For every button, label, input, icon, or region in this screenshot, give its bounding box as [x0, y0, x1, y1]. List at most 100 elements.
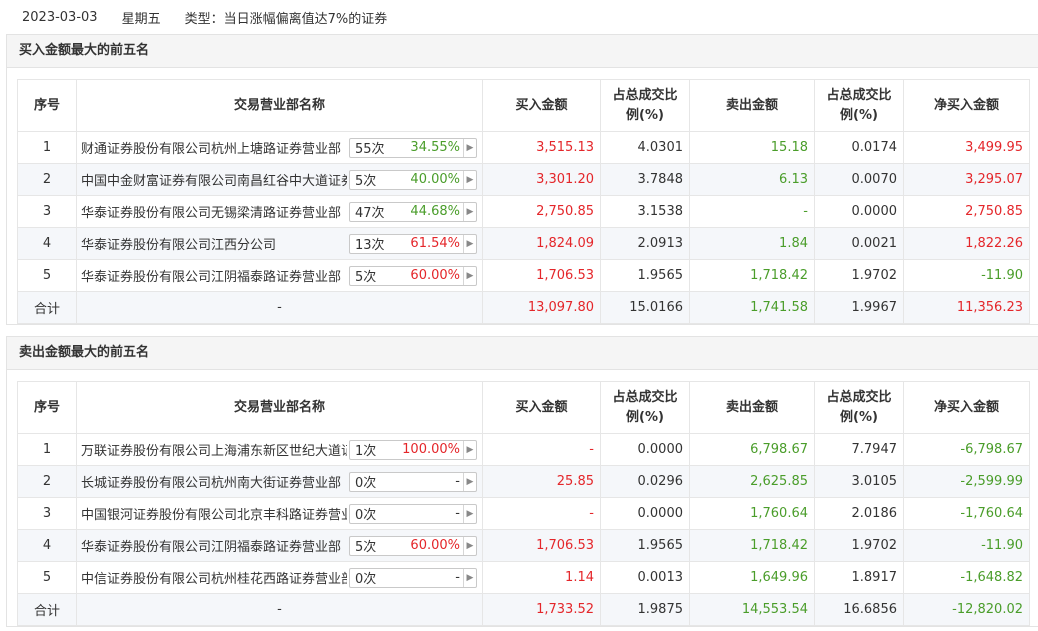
- branch-name-link[interactable]: 华泰证券股份有限公司江阴福泰路证券营业部: [81, 536, 347, 555]
- branch-cell: 万联证券股份有限公司上海浦东新区世纪大道证券营业部 1次 100.00%▶: [76, 433, 483, 466]
- sell-top5-section: 卖出金额最大的前五名 序号 交易营业部名称 买入金额 占总成交比例(%) 卖出金…: [6, 336, 1038, 627]
- sell-amount: 2,625.85: [689, 465, 815, 498]
- branch-name-link[interactable]: 中国银河证券股份有限公司北京丰科路证券营业部: [81, 504, 347, 523]
- branch-name-link[interactable]: 中国中金财富证券有限公司南昌红谷中大道证券营业部: [81, 170, 347, 189]
- buy-ratio: 2.0913: [600, 227, 690, 260]
- listing-count: 1次: [355, 444, 377, 459]
- rise-probability: -: [455, 474, 460, 489]
- branch-cell: 中国银河证券股份有限公司北京丰科路证券营业部 0次 - ▶: [76, 497, 483, 530]
- caret-right-icon[interactable]: ▶: [463, 138, 476, 157]
- buy-ratio: 4.0301: [600, 131, 690, 164]
- listing-stats-dropdown[interactable]: 1次 100.00% ▶: [349, 439, 477, 460]
- listing-stats-dropdown[interactable]: 13次 61.54% ▶: [349, 233, 477, 254]
- buy-ratio: 1.9565: [600, 259, 690, 292]
- branch-cell: 中信证券股份有限公司杭州桂花西路证券营业部 0次 - ▶: [76, 561, 483, 594]
- sell-ratio: 0.0070: [814, 163, 904, 196]
- caret-right-icon[interactable]: ▶: [463, 472, 476, 491]
- buy-top5-section: 买入金额最大的前五名 序号 交易营业部名称 买入金额 占总成交比例(%) 卖出金…: [6, 34, 1038, 325]
- caret-right-icon[interactable]: ▶: [463, 440, 476, 459]
- listing-stats-dropdown[interactable]: 0次 - ▶: [349, 567, 477, 588]
- net-buy-amount: 3,499.95: [903, 131, 1030, 164]
- total-net-buy: -12,820.02: [903, 593, 1030, 626]
- branch-name-link[interactable]: 万联证券股份有限公司上海浦东新区世纪大道证券营业部: [81, 440, 347, 459]
- branch-name-link[interactable]: 华泰证券股份有限公司江阴福泰路证券营业部: [81, 266, 347, 285]
- branch-cell: 华泰证券股份有限公司江阴福泰路证券营业部 5次 60.00% ▶: [76, 529, 483, 562]
- buy-amount: 1.14: [482, 561, 601, 594]
- caret-right-icon[interactable]: ▶: [463, 234, 476, 253]
- sell-ratio: 0.0021: [814, 227, 904, 260]
- col-branch-name: 交易营业部名称: [76, 79, 483, 132]
- row-index: 1: [17, 131, 77, 164]
- table-row: 3 中国银河证券股份有限公司北京丰科路证券营业部 0次 - ▶ -0.0000 1,760.…: [17, 497, 1030, 530]
- table-row: 2中国中金财富证券有限公司南昌红谷中大道证券营业部 5次 40.00%▶ 3,301.…: [17, 163, 1030, 196]
- buy-ratio: 3.1538: [600, 195, 690, 228]
- row-index: 4: [17, 227, 77, 260]
- total-sell-amount: 1,741.58: [689, 291, 815, 324]
- caret-right-icon[interactable]: ▶: [463, 504, 476, 523]
- col-buy-ratio: 占总成交比例(%): [600, 79, 690, 132]
- listing-count: 5次: [355, 270, 377, 285]
- row-index: 3: [17, 497, 77, 530]
- col-index: 序号: [17, 381, 77, 434]
- buy-top5-table: 序号 交易营业部名称 买入金额 占总成交比例(%) 卖出金额 占总成交比例(%)…: [17, 79, 1030, 324]
- sell-amount: 1,718.42: [689, 259, 815, 292]
- total-name: -: [76, 593, 483, 626]
- net-buy-amount: -11.90: [903, 259, 1030, 292]
- table-row: 1万联证券股份有限公司上海浦东新区世纪大道证券营业部 1次 100.00%▶-0.0…: [17, 433, 1030, 466]
- branch-name-link[interactable]: 长城证券股份有限公司杭州南大街证券营业部: [81, 472, 347, 491]
- total-label: 合计: [17, 291, 77, 324]
- row-index: 3: [17, 195, 77, 228]
- listing-stats-dropdown[interactable]: 0次 - ▶: [349, 503, 477, 524]
- table-row: 3 华泰证券股份有限公司无锡梁清路证券营业部 47次 44.68% ▶ 2,750.85 3…: [17, 195, 1030, 228]
- total-buy-amount: 1,733.52: [482, 593, 601, 626]
- listing-count: 5次: [355, 540, 377, 555]
- buy-amount: 3,515.13: [482, 131, 601, 164]
- net-buy-amount: 1,822.26: [903, 227, 1030, 260]
- listing-stats-dropdown[interactable]: 55次 34.55% ▶: [349, 137, 477, 158]
- total-row: 合计 -1,733.52 1.9875 14,553.54 16.6856 -12,820…: [17, 593, 1030, 626]
- listing-count: 0次: [355, 572, 377, 587]
- listing-count: 0次: [355, 476, 377, 491]
- branch-cell: 财通证券股份有限公司杭州上塘路证券营业部 55次 34.55% ▶: [76, 131, 483, 164]
- buy-amount: 25.85: [482, 465, 601, 498]
- table-row: 4 华泰证券股份有限公司江阴福泰路证券营业部 5次 60.00% ▶ 1,706.53 1.…: [17, 529, 1030, 562]
- caret-right-icon[interactable]: ▶: [463, 170, 476, 189]
- branch-cell: 华泰证券股份有限公司无锡梁清路证券营业部 47次 44.68% ▶: [76, 195, 483, 228]
- caret-right-icon[interactable]: ▶: [463, 266, 476, 285]
- caret-right-icon[interactable]: ▶: [463, 568, 476, 587]
- listing-stats-dropdown[interactable]: 5次 60.00% ▶: [349, 265, 477, 286]
- buy-amount: -: [482, 433, 601, 466]
- listing-stats-dropdown[interactable]: 5次 60.00% ▶: [349, 535, 477, 556]
- section-title: 买入金额最大的前五名: [7, 35, 1038, 68]
- list-type: 类型：当日涨幅偏离值达7%的证券: [184, 11, 388, 27]
- rise-probability: -: [455, 570, 460, 585]
- rise-probability: -: [455, 506, 460, 521]
- rise-probability: 60.00%: [410, 538, 460, 553]
- branch-name-link[interactable]: 财通证券股份有限公司杭州上塘路证券营业部: [81, 138, 347, 157]
- sell-amount: 1.84: [689, 227, 815, 260]
- listing-stats-dropdown[interactable]: 47次 44.68% ▶: [349, 201, 477, 222]
- sell-amount: 6,798.67: [689, 433, 815, 466]
- table-row: 5 中信证券股份有限公司杭州桂花西路证券营业部 0次 - ▶ 1.14 0.0013 1,64…: [17, 561, 1030, 594]
- branch-name-link[interactable]: 华泰证券股份有限公司江西分公司: [81, 234, 347, 253]
- rise-probability: 61.54%: [410, 236, 460, 251]
- trade-date: 2023-03-03: [22, 9, 98, 25]
- listing-stats-dropdown[interactable]: 0次 - ▶: [349, 471, 477, 492]
- rise-probability: 44.68%: [410, 204, 460, 219]
- total-net-buy: 11,356.23: [903, 291, 1030, 324]
- listing-stats-dropdown[interactable]: 5次 40.00% ▶: [349, 169, 477, 190]
- branch-name-link[interactable]: 中信证券股份有限公司杭州桂花西路证券营业部: [81, 568, 347, 587]
- col-net-buy: 净买入金额: [903, 381, 1030, 434]
- sell-amount: 1,718.42: [689, 529, 815, 562]
- buy-ratio: 0.0013: [600, 561, 690, 594]
- sell-ratio: 1.8917: [814, 561, 904, 594]
- row-index: 5: [17, 561, 77, 594]
- sell-amount: 1,760.64: [689, 497, 815, 530]
- buy-ratio: 0.0296: [600, 465, 690, 498]
- caret-right-icon[interactable]: ▶: [463, 536, 476, 555]
- caret-right-icon[interactable]: ▶: [463, 202, 476, 221]
- branch-name-link[interactable]: 华泰证券股份有限公司无锡梁清路证券营业部: [81, 202, 347, 221]
- weekday: 星期五: [121, 11, 161, 27]
- table-row: 5 华泰证券股份有限公司江阴福泰路证券营业部 5次 60.00% ▶ 1,706.53 1.…: [17, 259, 1030, 292]
- net-buy-amount: -6,798.67: [903, 433, 1030, 466]
